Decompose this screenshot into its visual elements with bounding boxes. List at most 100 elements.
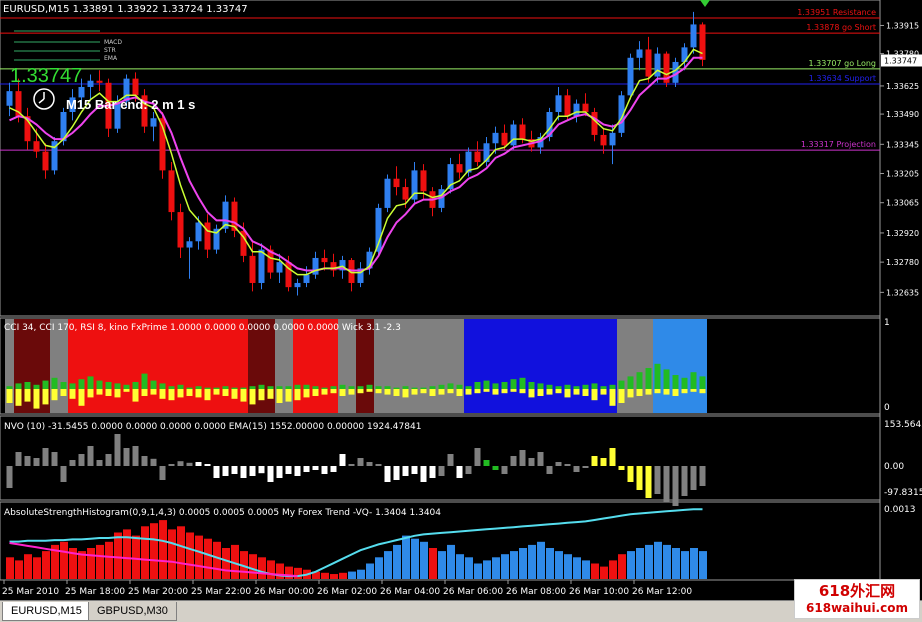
ind1-column: [698, 319, 707, 413]
ind3-bar: [564, 554, 572, 579]
ind2-bar: [672, 466, 679, 506]
ind1-column: [356, 319, 365, 413]
chart-tabs: EURUSD,M15 GBPUSD,M30: [0, 600, 922, 622]
ind1-yellow-bar: [6, 389, 13, 403]
ind3-bar: [204, 538, 212, 579]
candle-body: [582, 103, 589, 112]
ind3-bar: [339, 572, 347, 579]
ind1-yellow-bar: [114, 389, 121, 398]
ind1-green-bar: [15, 383, 22, 389]
ind2-bar: [87, 446, 94, 466]
ind3-bar: [375, 557, 383, 579]
ind1-yellow-bar: [456, 389, 463, 396]
ind1-yellow-bar: [582, 389, 589, 396]
ind1-column: [365, 319, 374, 413]
ind1-yellow-bar: [33, 389, 40, 409]
ind1-column: [320, 319, 329, 413]
ind3-bar: [456, 554, 464, 579]
price-tick-label: 1.33915: [886, 21, 919, 30]
candle-body: [33, 141, 40, 152]
ind1-scale-bottom: 0: [884, 403, 890, 413]
ind1-column: [554, 319, 563, 413]
ind1-column: [446, 319, 455, 413]
ind2-bar: [690, 466, 697, 490]
ind3-bar: [384, 551, 392, 579]
ind3-bar: [150, 523, 158, 579]
ind1-column: [149, 319, 158, 413]
ind1-yellow-bar: [618, 389, 625, 403]
ind1-yellow-bar: [672, 389, 679, 396]
ind3-bar: [330, 574, 338, 579]
ind3-bar: [447, 544, 455, 579]
ind2-bar: [132, 446, 139, 466]
ind2-bar: [114, 434, 121, 466]
candle-body: [186, 241, 193, 248]
ind3-bar: [258, 557, 266, 579]
ind1-yellow-bar: [366, 389, 373, 392]
ind1-green-bar: [654, 363, 661, 389]
level-label-3: 1.33634 Support: [809, 74, 876, 83]
ind1-yellow-bar: [528, 389, 535, 398]
ind1-green-bar: [141, 373, 148, 389]
ind1-yellow-bar: [681, 389, 688, 394]
tab-gbpusd-m30[interactable]: GBPUSD,M30: [88, 602, 177, 621]
ind1-green-bar: [618, 380, 625, 389]
ind2-bar: [78, 454, 85, 466]
candle-body: [600, 134, 607, 146]
time-tick-label: 26 Mar 00:00: [254, 587, 314, 597]
ind2-bar: [204, 464, 211, 466]
ind2-bar: [411, 466, 418, 474]
ind1-green-bar: [159, 383, 166, 389]
ind1-column: [419, 319, 428, 413]
ind2-bar: [546, 466, 553, 474]
ind1-yellow-bar: [258, 389, 265, 401]
ind1-green-bar: [375, 386, 382, 389]
ind1-yellow-bar: [663, 389, 670, 395]
ind1-green-bar: [303, 384, 310, 389]
candle-body: [591, 112, 598, 135]
ind3-bar: [609, 560, 617, 579]
tab-eurusd-m15[interactable]: EURUSD,M15: [2, 602, 91, 621]
ind3-bar: [276, 563, 284, 579]
price-tick-label: 1.33490: [886, 110, 919, 119]
watermark-logo: 618外汇网 618waihui.com: [794, 579, 920, 619]
ind1-yellow-bar: [249, 389, 256, 405]
ind1-column: [680, 319, 689, 413]
price-chart[interactable]: 1.33951 Resistance 1.33878 go Short 1.3370…: [0, 0, 922, 600]
ind3-bar: [6, 557, 14, 579]
ind3-bar: [519, 548, 527, 579]
ind1-yellow-bar: [510, 389, 517, 392]
ind1-green-bar: [636, 372, 643, 389]
time-tick-label: 26 Mar 06:00: [443, 587, 503, 597]
ind1-green-bar: [573, 386, 580, 389]
ind2-bar: [123, 448, 130, 466]
candle-body: [132, 78, 139, 96]
ind1-green-bar: [627, 376, 634, 389]
ind1-column: [437, 319, 446, 413]
candle-body: [573, 103, 580, 117]
ind1-green-bar: [231, 387, 238, 389]
ind1-green-bar: [429, 386, 436, 389]
ind1-green-bar: [240, 387, 247, 389]
ind1-green-bar: [78, 379, 85, 389]
ind2-bar: [60, 466, 67, 482]
ind2-bar: [573, 466, 580, 472]
ind2-bar: [402, 466, 409, 476]
ind1-yellow-bar: [123, 389, 130, 392]
ind1-column: [599, 319, 608, 413]
ind1-yellow-bar: [591, 389, 598, 401]
candle-body: [177, 212, 184, 248]
ind2-bar: [321, 466, 328, 474]
ind1-green-bar: [447, 383, 454, 389]
ind1-column: [347, 319, 356, 413]
ind1-yellow-bar: [330, 389, 337, 394]
main-pane: [0, 0, 881, 317]
ind3-bar: [573, 557, 581, 579]
ind1-column: [185, 319, 194, 413]
ind3-bar: [249, 554, 257, 579]
ind1-green-bar: [150, 380, 157, 389]
ind1-yellow-bar: [420, 389, 427, 394]
ind3-bar: [186, 532, 194, 579]
ind2-bar: [294, 466, 301, 476]
ind3-bar: [690, 548, 698, 579]
